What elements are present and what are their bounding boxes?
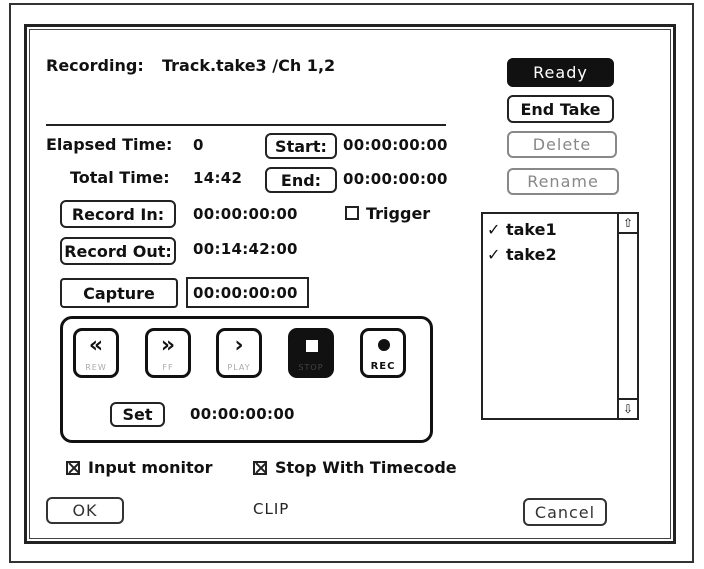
capture-timecode: 00:00:00:00 <box>193 284 298 302</box>
elapsed-time-value: 0 <box>193 136 204 154</box>
rename-button[interactable]: Rename <box>507 168 619 195</box>
takes-list[interactable]: ✓ take1 ✓ take2 ⇧ ⇩ <box>481 212 639 420</box>
stop-with-timecode-checkbox[interactable] <box>253 461 267 475</box>
record-out-button[interactable]: Record Out: <box>60 237 176 265</box>
scroll-down-arrow-icon[interactable]: ⇩ <box>619 398 637 418</box>
list-item[interactable]: ✓ take2 <box>487 245 557 264</box>
end-button[interactable]: End: <box>265 167 337 193</box>
record-out-timecode: 00:14:42:00 <box>193 240 298 258</box>
rewind-button[interactable]: « REW <box>73 328 119 378</box>
recording-name: Track.take3 /Ch 1,2 <box>162 56 336 75</box>
set-button[interactable]: Set <box>110 402 165 427</box>
rewind-icon: « <box>88 333 104 358</box>
scrollbar[interactable]: ⇧ ⇩ <box>617 214 637 418</box>
elapsed-time-label: Elapsed Time: <box>46 135 173 154</box>
record-icon <box>378 339 390 351</box>
record-caption: REC <box>370 361 396 372</box>
list-item[interactable]: ✓ take1 <box>487 220 557 239</box>
ready-button[interactable]: Ready <box>507 58 614 87</box>
separator-line <box>46 124 446 126</box>
fast-forward-icon: » <box>160 333 176 358</box>
capture-field[interactable]: 00:00:00:00 <box>186 277 309 308</box>
stop-with-timecode-label: Stop With Timecode <box>275 458 457 477</box>
recording-label: Recording: <box>46 56 144 75</box>
clip-label: CLIP <box>253 500 290 518</box>
capture-button[interactable]: Capture <box>60 278 178 308</box>
trigger-checkbox[interactable] <box>345 206 359 220</box>
total-time-value: 14:42 <box>193 169 243 187</box>
play-button[interactable]: › PLAY <box>216 328 262 378</box>
play-caption: PLAY <box>227 363 251 372</box>
end-timecode: 00:00:00:00 <box>343 170 448 188</box>
record-button[interactable]: REC <box>360 328 406 378</box>
record-in-timecode: 00:00:00:00 <box>193 205 298 223</box>
ok-button[interactable]: OK <box>46 497 124 524</box>
take-name: take1 <box>505 220 557 239</box>
delete-button[interactable]: Delete <box>507 131 617 158</box>
cancel-button[interactable]: Cancel <box>523 498 607 526</box>
fast-forward-button[interactable]: » FF <box>145 328 191 378</box>
rewind-caption: REW <box>85 363 107 372</box>
input-monitor-label: Input monitor <box>88 458 213 477</box>
input-monitor-checkbox[interactable] <box>66 461 80 475</box>
play-icon: › <box>234 333 244 358</box>
take-checkmark: ✓ <box>487 220 501 239</box>
take-name: take2 <box>505 245 557 264</box>
trigger-label: Trigger <box>366 204 431 223</box>
record-in-button[interactable]: Record In: <box>60 200 176 228</box>
stop-caption: STOP <box>298 363 324 372</box>
fast-forward-caption: FF <box>162 363 174 372</box>
scroll-up-arrow-icon[interactable]: ⇧ <box>619 214 637 234</box>
take-checkmark: ✓ <box>487 245 501 264</box>
set-timecode: 00:00:00:00 <box>190 405 295 423</box>
end-take-button[interactable]: End Take <box>507 95 614 123</box>
stop-button[interactable]: STOP <box>288 328 334 378</box>
start-timecode: 00:00:00:00 <box>343 136 448 154</box>
start-button[interactable]: Start: <box>265 133 337 159</box>
total-time-label: Total Time: <box>70 168 170 187</box>
stop-icon <box>306 340 318 352</box>
